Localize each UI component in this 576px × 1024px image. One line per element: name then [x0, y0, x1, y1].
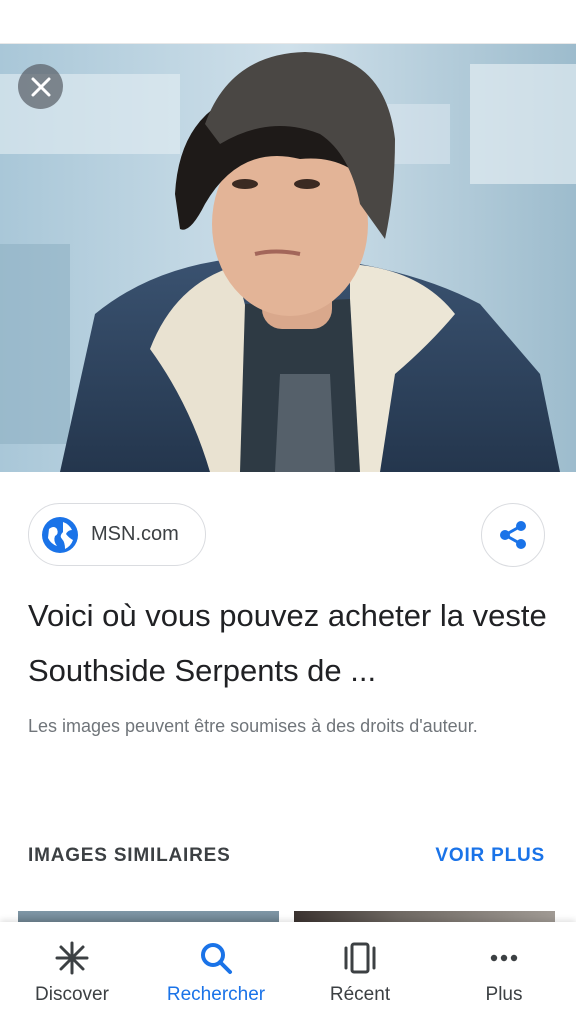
nav-label-recent: Récent: [329, 984, 391, 1005]
share-button[interactable]: [481, 503, 545, 567]
top-bar: [0, 0, 576, 44]
bottom-navigation: Discover Rechercher Récent Plus: [0, 922, 576, 1024]
close-button[interactable]: [18, 64, 63, 109]
copyright-notice: Les images peuvent être soumises à des d…: [28, 716, 478, 736]
source-chip[interactable]: MSN.com: [28, 503, 206, 566]
source-name: MSN.com: [91, 523, 179, 545]
recent-cards-icon: [344, 942, 376, 974]
similar-images-heading: IMAGES SIMILAIRES: [28, 845, 231, 866]
nav-item-more[interactable]: Plus: [432, 922, 576, 1024]
asterisk-icon: [55, 941, 89, 975]
hero-image[interactable]: [0, 44, 576, 472]
nav-item-discover[interactable]: Discover: [0, 922, 144, 1024]
close-icon: [31, 77, 50, 96]
nav-label-search: Rechercher: [166, 984, 266, 1005]
see-more-link[interactable]: VOIR PLUS: [435, 845, 545, 867]
share-icon: [500, 521, 526, 549]
nav-label-discover: Discover: [35, 984, 109, 1005]
nav-item-search[interactable]: Rechercher: [144, 922, 288, 1024]
globe-icon: [42, 516, 78, 553]
nav-item-recent[interactable]: Récent: [288, 922, 432, 1024]
hero-photo: [0, 44, 576, 472]
search-icon: [201, 943, 232, 974]
more-dots-icon: [490, 954, 518, 962]
nav-label-more: Plus: [485, 984, 523, 1005]
image-title[interactable]: Voici où vous pouvez acheter la veste So…: [28, 588, 558, 698]
